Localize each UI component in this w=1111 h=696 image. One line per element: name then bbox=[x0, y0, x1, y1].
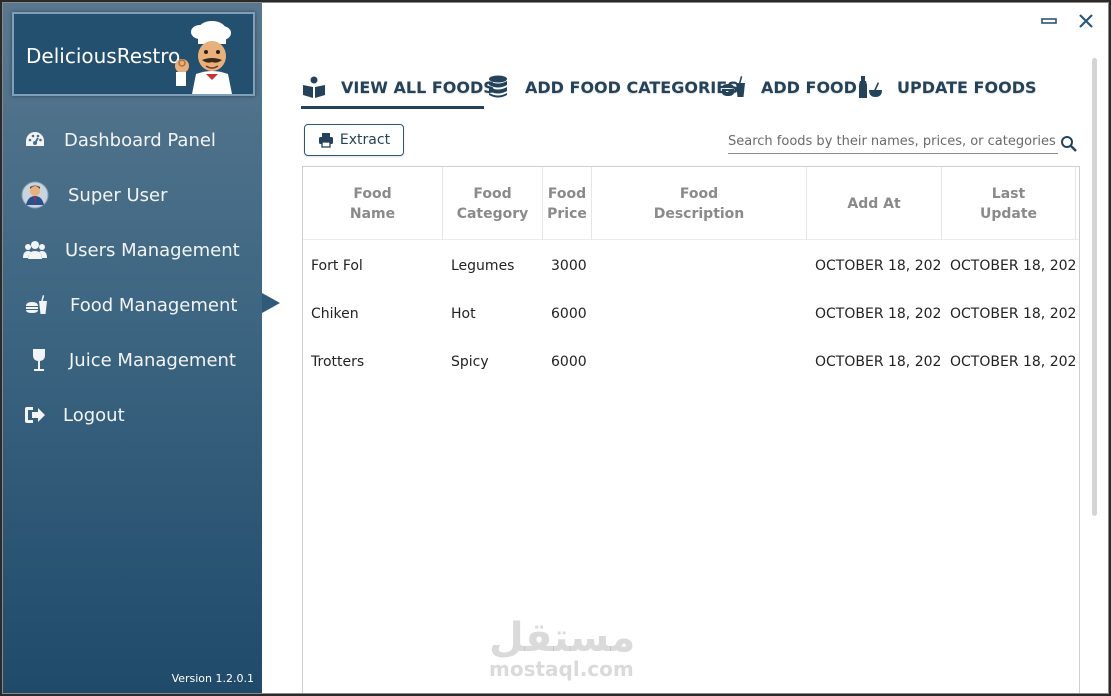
sidebar-item-label: Food Management bbox=[70, 294, 238, 316]
database-icon bbox=[485, 74, 511, 100]
sidebar-item-label: Logout bbox=[63, 404, 125, 426]
tab-update-foods[interactable]: UPDATE FOODS bbox=[857, 67, 1037, 107]
tab-view-all-foods[interactable]: VIEW ALL FOODS bbox=[301, 67, 495, 107]
table-row[interactable]: Trotters Spicy 6000 OCTOBER 18, 2025 OCT… bbox=[303, 338, 1079, 386]
sidebar-item-label: Super User bbox=[68, 184, 168, 206]
printer-icon bbox=[318, 133, 333, 148]
table-header: Food Name Food Category Food Price Food … bbox=[303, 167, 1079, 240]
active-nav-pointer bbox=[262, 293, 280, 313]
bottle-bowl-icon bbox=[857, 74, 883, 100]
book-icon bbox=[301, 74, 327, 100]
sidebar-item-dashboard[interactable]: Dashboard Panel bbox=[3, 120, 262, 160]
cell-food-price: 6000 bbox=[551, 306, 587, 322]
column-header-last-update[interactable]: Last Update bbox=[942, 167, 1076, 240]
column-header-food-description[interactable]: Food Description bbox=[592, 167, 807, 240]
search-input[interactable] bbox=[728, 130, 1058, 154]
chef-logo-icon bbox=[175, 21, 232, 94]
sidebar-item-juice-management[interactable]: Juice Management bbox=[3, 340, 262, 380]
cell-last-update: OCTOBER 18, 2025 bbox=[950, 258, 1076, 274]
tab-add-food[interactable]: ADD FOOD bbox=[721, 67, 857, 107]
column-header-add-at[interactable]: Add At bbox=[807, 167, 942, 240]
sidebar-item-users-management[interactable]: Users Management bbox=[3, 230, 262, 270]
minimize-icon bbox=[1041, 18, 1057, 24]
cell-food-price: 3000 bbox=[551, 258, 587, 274]
extract-button[interactable]: Extract bbox=[304, 124, 404, 156]
search-icon[interactable] bbox=[1060, 135, 1078, 153]
sidebar-item-label: Juice Management bbox=[69, 349, 236, 371]
cell-add-at: OCTOBER 18, 2025 bbox=[815, 354, 942, 370]
vertical-scrollbar[interactable] bbox=[1092, 58, 1097, 516]
tab-add-food-categories[interactable]: ADD FOOD CATEGORIES bbox=[485, 67, 739, 107]
tab-label: VIEW ALL FOODS bbox=[341, 77, 495, 97]
table-row[interactable]: Chiken Hot 6000 OCTOBER 18, 2025 OCTOBER… bbox=[303, 290, 1079, 338]
brand-name: DeliciousRestro bbox=[26, 44, 181, 68]
app-window: DeliciousRestro Dashboard Panel Super Us… bbox=[2, 2, 1109, 694]
extract-label: Extract bbox=[339, 132, 391, 148]
sidebar: DeliciousRestro Dashboard Panel Super Us… bbox=[3, 3, 262, 693]
table-row[interactable]: Fort Fol Legumes 3000 OCTOBER 18, 2025 O… bbox=[303, 242, 1079, 290]
close-icon bbox=[1079, 14, 1093, 28]
column-header-food-name[interactable]: Food Name bbox=[303, 167, 443, 240]
version-label: Version 1.2.0.1 bbox=[171, 672, 254, 685]
sidebar-item-label: Dashboard Panel bbox=[64, 129, 216, 151]
cell-food-name: Fort Fol bbox=[311, 258, 363, 274]
fast-food-icon bbox=[721, 74, 747, 100]
cell-add-at: OCTOBER 18, 2025 bbox=[815, 258, 942, 274]
column-header-food-category[interactable]: Food Category bbox=[443, 167, 543, 240]
cell-last-update: OCTOBER 18, 2025 bbox=[950, 354, 1076, 370]
close-button[interactable] bbox=[1076, 11, 1096, 31]
wine-glass-icon bbox=[27, 348, 51, 372]
food-icon bbox=[25, 293, 49, 317]
cell-food-category: Spicy bbox=[451, 354, 489, 370]
cell-food-price: 6000 bbox=[551, 354, 587, 370]
logout-icon bbox=[23, 403, 47, 427]
users-icon bbox=[23, 238, 47, 262]
column-header-food-price[interactable]: Food Price bbox=[543, 167, 592, 240]
brand-header: DeliciousRestro bbox=[12, 12, 255, 96]
cell-food-category: Legumes bbox=[451, 258, 515, 274]
cell-add-at: OCTOBER 18, 2025 bbox=[815, 306, 942, 322]
foods-table: Food Name Food Category Food Price Food … bbox=[302, 166, 1080, 693]
cell-food-name: Trotters bbox=[311, 354, 365, 370]
tab-label: ADD FOOD bbox=[761, 77, 857, 97]
sidebar-item-label: Users Management bbox=[65, 239, 240, 261]
tab-label: ADD FOOD CATEGORIES bbox=[525, 77, 739, 97]
user-avatar-icon bbox=[21, 181, 49, 209]
sidebar-item-logout[interactable]: Logout bbox=[3, 395, 262, 435]
sidebar-item-food-management[interactable]: Food Management bbox=[3, 285, 262, 325]
minimize-button[interactable] bbox=[1039, 11, 1059, 31]
cell-food-name: Chiken bbox=[311, 306, 359, 322]
tab-label: UPDATE FOODS bbox=[897, 77, 1037, 97]
sidebar-item-super-user[interactable]: Super User bbox=[3, 175, 262, 215]
dashboard-icon bbox=[23, 128, 47, 152]
active-tab-underline bbox=[301, 106, 484, 109]
cell-last-update: OCTOBER 18, 2025 bbox=[950, 306, 1076, 322]
cell-food-category: Hot bbox=[451, 306, 476, 322]
